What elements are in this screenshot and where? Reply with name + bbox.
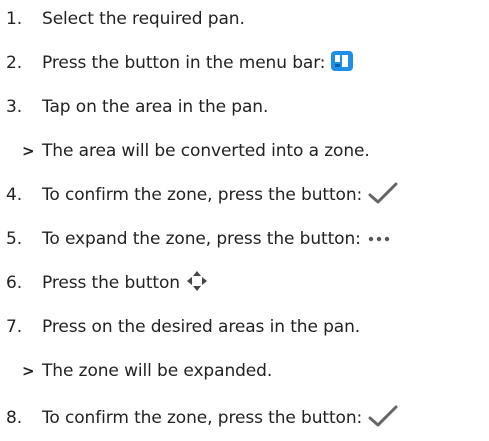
list-item: 1. Select the required pan. [0, 7, 245, 31]
list-item: > The zone will be expanded. [0, 359, 272, 383]
list-item: 8. To confirm the zone, press the button… [0, 405, 398, 432]
move-arrows-icon [186, 270, 208, 297]
step-number: 5. [6, 229, 23, 249]
step-text: Press on the desired areas in the pan. [42, 317, 361, 337]
step-text: To expand the zone, press the button: [42, 229, 361, 249]
step-number: 2. [6, 53, 23, 73]
step-number: 8. [6, 408, 23, 428]
step-number: 3. [6, 97, 23, 117]
more-dots-icon [367, 229, 391, 249]
list-item: 6. Press the button [0, 270, 208, 297]
checkmark-icon [368, 182, 398, 209]
result-marker: > [22, 142, 35, 160]
step-number: 4. [6, 185, 23, 205]
step-number: 1. [6, 9, 23, 29]
list-item: 2. Press the button in the menu bar: [0, 50, 354, 76]
list-item: 7. Press on the desired areas in the pan… [0, 315, 360, 339]
step-text: The area will be converted into a zone. [42, 141, 370, 161]
list-item: 3. Tap on the area in the pan. [0, 95, 268, 119]
checkmark-icon [368, 405, 398, 432]
list-item: > The area will be converted into a zone… [0, 139, 370, 163]
step-number: 6. [6, 273, 23, 293]
result-marker: > [22, 362, 35, 380]
step-text: The zone will be expanded. [42, 361, 273, 381]
step-text: Select the required pan. [42, 9, 245, 29]
step-text: Press the button in the menu bar: [42, 53, 326, 73]
step-text: To confirm the zone, press the button: [42, 408, 363, 428]
list-item: 5. To expand the zone, press the button: [0, 227, 391, 251]
step-text: Press the button [42, 273, 180, 293]
step-number: 7. [6, 317, 23, 337]
step-text: Tap on the area in the pan. [42, 97, 269, 117]
zone-tool-icon [331, 50, 354, 76]
step-text: To confirm the zone, press the button: [42, 185, 363, 205]
list-item: 4. To confirm the zone, press the button… [0, 182, 398, 209]
